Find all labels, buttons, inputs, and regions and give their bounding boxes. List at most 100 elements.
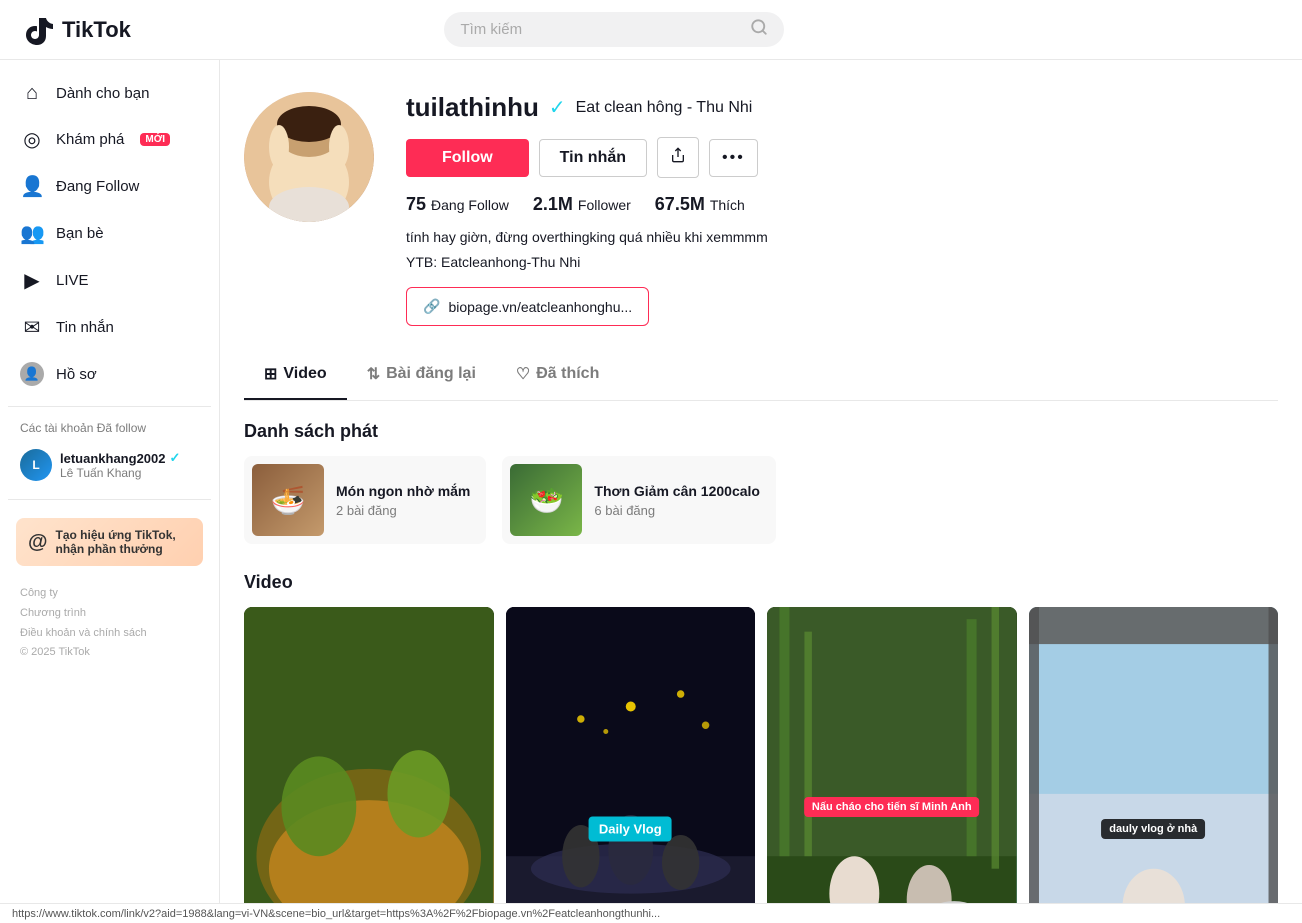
search-input[interactable] (460, 21, 742, 38)
tab-repost-icon: ⇅ (367, 364, 380, 384)
stat-followers: 2.1M Follower (533, 194, 631, 215)
sidebar-item-explore[interactable]: ◎ Khám phá MỚI (8, 117, 211, 162)
playlist-count-0: 2 bài đăng (336, 503, 470, 518)
top-navigation: TikTok (0, 0, 1302, 60)
video-card-3[interactable]: dauly vlog ở nhà ▶ 2.1M (1029, 607, 1279, 903)
bio-link-box[interactable]: 🔗 biopage.vn/eatcleanhonghu... (406, 287, 649, 326)
footer-link-company[interactable]: Công ty (20, 587, 58, 599)
tab-liked[interactable]: ♡ Đã thích (496, 350, 619, 400)
video-label-2: Nấu cháo cho tiến sĩ Minh Anh (804, 797, 980, 817)
followed-section-title: Các tài khoản Đã follow (8, 417, 211, 439)
sidebar-footer: Công ty Chương trình Điều khoản và chính… (8, 576, 211, 671)
avatar-svg (244, 92, 374, 222)
sidebar-item-messages[interactable]: ✉ Tin nhắn (8, 305, 211, 350)
tab-liked-icon: ♡ (516, 364, 530, 384)
verified-badge: ✓ (170, 450, 181, 466)
profile-header: tuilathinhu ✓ Eat clean hông - Thu Nhi F… (244, 60, 1278, 350)
sidebar-item-label: Khám phá (56, 131, 124, 148)
main-layout: ⌂ Dành cho bạn ◎ Khám phá MỚI 👤 Đang Fol… (0, 60, 1302, 903)
follow-button[interactable]: Follow (406, 139, 529, 177)
sidebar-item-live[interactable]: ▶ LIVE (8, 258, 211, 303)
tiktok-logo-icon (24, 14, 56, 46)
playlist-count-1: 6 bài đăng (594, 503, 760, 518)
tab-video-label: Video (283, 365, 326, 383)
video-card-2[interactable]: Nấu cháo cho tiến sĩ Minh Anh ▶ 5.5M (767, 607, 1017, 903)
stat-following-count: 75 (406, 194, 426, 215)
following-icon: 👤 (20, 174, 44, 199)
status-bar: https://www.tiktok.com/link/v2?aid=1988&… (0, 903, 1302, 923)
playlist-info-1: Thơn Giảm cân 1200calo 6 bài đăng (594, 483, 760, 518)
stats-row: 75 Đang Follow 2.1M Follower 67.5M Thích (406, 194, 1278, 215)
playlist-card-0[interactable]: 🍜 Món ngon nhờ mắm 2 bài đăng (244, 456, 486, 544)
promo-text: Tạo hiệu ứng TikTok, nhận phần thưởng (56, 528, 191, 556)
profile-icon: 👤 (20, 362, 44, 386)
home-icon: ⌂ (20, 82, 44, 105)
profile-avatar (244, 92, 374, 222)
playlist-name-1: Thơn Giảm cân 1200calo (594, 483, 760, 499)
video-label-3: dauly vlog ở nhà (1101, 819, 1205, 839)
footer-link-terms[interactable]: Điều khoản và chính sách (20, 627, 147, 639)
sidebar-item-friends[interactable]: 👥 Bạn bè (8, 211, 211, 256)
logo[interactable]: TikTok (24, 14, 131, 46)
search-button[interactable] (750, 18, 768, 41)
playlist-name-0: Món ngon nhờ mắm (336, 483, 470, 499)
stat-followers-count: 2.1M (533, 194, 573, 215)
compass-icon: ◎ (20, 127, 44, 152)
tab-video[interactable]: ⊞ Video (244, 350, 347, 400)
video-label-1: Daily Vlog (589, 816, 672, 841)
followed-account-info: letuankhang2002 ✓ Lê Tuấn Khang (60, 450, 180, 480)
stat-likes-label: Thích (710, 197, 745, 213)
video-section-title: Video (244, 572, 1278, 593)
tab-repost-label: Bài đăng lại (386, 365, 476, 383)
sidebar: ⌂ Dành cho bạn ◎ Khám phá MỚI 👤 Đang Fol… (0, 60, 220, 903)
footer-link-program[interactable]: Chương trình (20, 607, 86, 619)
sidebar-item-label: LIVE (56, 272, 89, 289)
playlist-info-0: Món ngon nhờ mắm 2 bài đăng (336, 483, 470, 518)
followed-account-username: letuankhang2002 ✓ (60, 450, 180, 466)
playlist-grid: 🍜 Món ngon nhờ mắm 2 bài đăng 🥗 Thơn Giả… (244, 456, 1278, 544)
sidebar-item-label: Tin nhắn (56, 319, 114, 336)
link-icon: 🔗 (423, 298, 440, 315)
sidebar-item-following[interactable]: 👤 Đang Follow (8, 164, 211, 209)
search-bar (444, 12, 784, 47)
tab-video-icon: ⊞ (264, 364, 277, 384)
avatar-image (244, 92, 374, 222)
tab-liked-label: Đã thích (536, 365, 599, 383)
status-url: https://www.tiktok.com/link/v2?aid=1988&… (12, 908, 660, 920)
bio-line2: YTB: Eatcleanhong-Thu Nhi (406, 252, 1278, 273)
video-card-1[interactable]: Daily Vlog ▶ 2.6M (506, 607, 756, 903)
more-button[interactable]: ••• (709, 139, 758, 177)
profile-display-name: Eat clean hông - Thu Nhi (576, 99, 753, 117)
new-badge: MỚI (140, 133, 170, 146)
promo-banner[interactable]: @ Tạo hiệu ứng TikTok, nhận phần thưởng (16, 518, 203, 566)
profile-verified-badge: ✓ (549, 95, 566, 120)
bio-line1: tính hay giờn, đừng overthingking quá nh… (406, 227, 1278, 248)
sidebar-item-profile[interactable]: 👤 Hồ sơ (8, 352, 211, 396)
share-button[interactable] (657, 137, 699, 178)
profile-info: tuilathinhu ✓ Eat clean hông - Thu Nhi F… (406, 92, 1278, 326)
more-icon: ••• (722, 149, 745, 166)
message-button[interactable]: Tin nhắn (539, 139, 647, 177)
sidebar-item-for-you[interactable]: ⌂ Dành cho bạn (8, 72, 211, 115)
promo-icon: @ (28, 531, 48, 554)
followed-account-avatar: L (20, 449, 52, 481)
sidebar-divider (8, 406, 211, 407)
footer-copyright: © 2025 TikTok (20, 646, 90, 658)
bio-link-text: biopage.vn/eatcleanhonghu... (448, 299, 632, 315)
sidebar-item-label: Bạn bè (56, 225, 104, 242)
sidebar-item-label: Đang Follow (56, 178, 139, 195)
stat-likes-count: 67.5M (655, 194, 705, 215)
message-icon: ✉ (20, 315, 44, 340)
sidebar-item-label: Hồ sơ (56, 366, 97, 383)
tab-repost[interactable]: ⇅ Bài đăng lại (347, 350, 496, 400)
followed-account-letuankhang[interactable]: L letuankhang2002 ✓ Lê Tuấn Khang (8, 441, 211, 489)
stat-following-label: Đang Follow (431, 197, 509, 213)
profile-actions: Follow Tin nhắn ••• (406, 137, 1278, 178)
video-card-0[interactable]: ▶ 2.1M (244, 607, 494, 903)
playlist-thumb-0: 🍜 (252, 464, 324, 536)
stat-likes: 67.5M Thích (655, 194, 745, 215)
playlist-card-1[interactable]: 🥗 Thơn Giảm cân 1200calo 6 bài đăng (502, 456, 776, 544)
stat-followers-label: Follower (578, 197, 631, 213)
main-content: tuilathinhu ✓ Eat clean hông - Thu Nhi F… (220, 60, 1302, 903)
share-icon (670, 147, 686, 163)
